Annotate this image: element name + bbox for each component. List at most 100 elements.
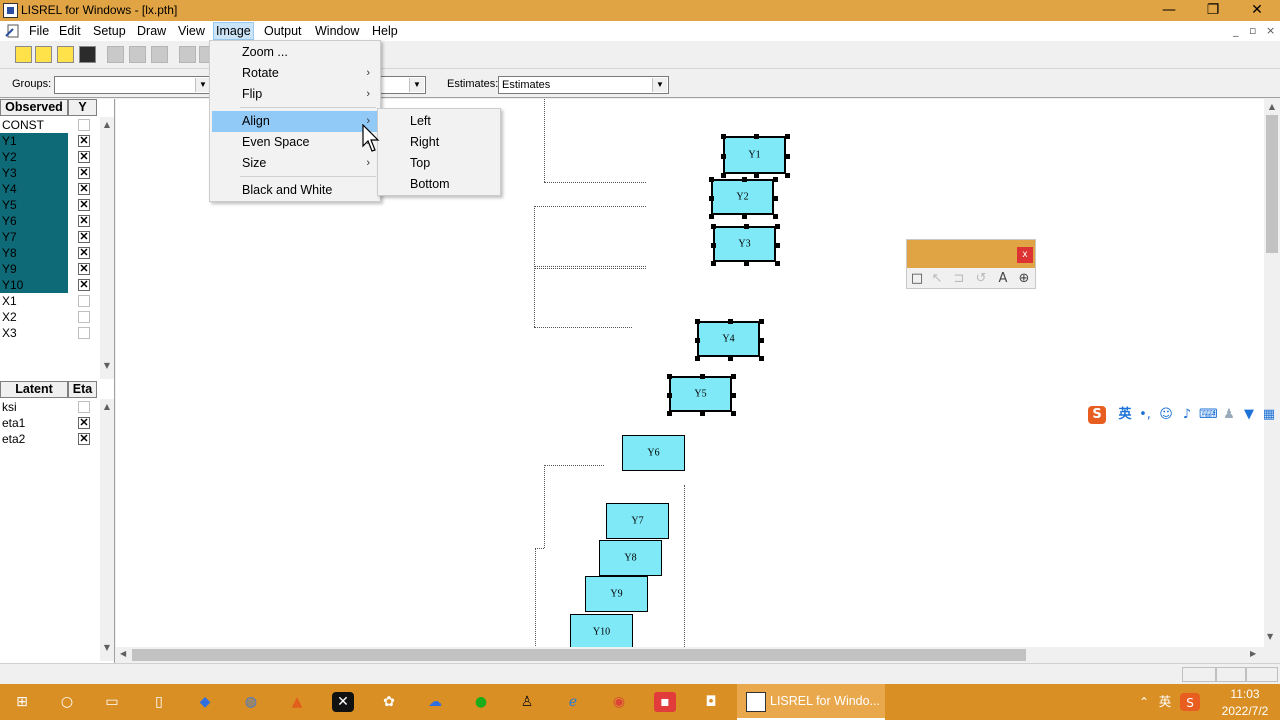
align-left-item[interactable]: Left — [380, 111, 498, 132]
observed-variable-node[interactable]: Y1 — [721, 134, 790, 178]
emoji-icon[interactable]: ☺ — [1157, 406, 1175, 424]
scroll-up-icon[interactable]: ▲ — [100, 120, 114, 129]
grid-menu-icon[interactable]: ▦ — [1260, 406, 1278, 424]
path-line[interactable] — [534, 206, 646, 207]
microphone-icon[interactable]: ♪ — [1178, 406, 1196, 424]
observed-row[interactable]: Y8 ✕ — [0, 245, 97, 261]
selection-handle[interactable] — [785, 134, 790, 139]
selection-handle[interactable] — [699, 411, 705, 416]
chevron-down-icon[interactable]: ▼ — [652, 78, 667, 92]
draw-toolbar-titlebar[interactable] — [907, 240, 1035, 268]
selection-handle[interactable] — [721, 134, 726, 139]
new-file-icon[interactable] — [15, 46, 32, 63]
selection-handle[interactable] — [773, 196, 778, 201]
cut-icon[interactable] — [107, 46, 124, 63]
observed-variable-node[interactable]: Y5 — [667, 374, 736, 416]
align-right-item[interactable]: Right — [380, 132, 498, 153]
menu-setup[interactable]: Setup — [91, 23, 128, 39]
shield-icon[interactable]: ◆ — [194, 692, 216, 712]
selection-handle[interactable] — [759, 319, 764, 324]
scroll-right-icon[interactable]: ▶ — [1250, 649, 1256, 658]
path-line[interactable] — [544, 465, 604, 466]
variable-checkbox[interactable]: ✕ — [78, 167, 90, 179]
observed-row[interactable]: X3 — [0, 325, 97, 341]
observed-row[interactable]: CONST — [0, 117, 97, 133]
qq-icon[interactable]: ♙ — [516, 692, 538, 712]
gear-icon[interactable]: ✿ — [378, 692, 400, 712]
variable-checkbox[interactable] — [78, 311, 90, 323]
selection-handle[interactable] — [775, 224, 780, 229]
observed-row[interactable]: Y1 ✕ — [0, 133, 97, 149]
selection-handle[interactable] — [731, 411, 736, 416]
path-line[interactable] — [534, 268, 646, 269]
selection-handle[interactable] — [699, 374, 705, 379]
edge-ie-icon[interactable]: ℯ — [562, 692, 584, 712]
latent-row[interactable]: ksi — [0, 399, 97, 415]
menu-item-align[interactable]: Align › — [212, 111, 378, 132]
selection-handle[interactable] — [667, 393, 672, 398]
document-menu-icon[interactable] — [5, 24, 21, 38]
mdi-close-button[interactable]: × — [1266, 24, 1275, 37]
arrow-icon[interactable]: ↖ — [929, 271, 945, 287]
variable-checkbox[interactable]: ✕ — [78, 263, 90, 275]
selection-handle[interactable] — [775, 243, 780, 248]
selection-handle[interactable] — [695, 338, 700, 343]
tray-ime-lang[interactable]: 英 — [1154, 692, 1176, 712]
variable-checkbox[interactable] — [78, 295, 90, 307]
open-folder-icon[interactable] — [57, 46, 74, 63]
observed-scrollbar[interactable]: ▲ ▼ — [100, 117, 114, 379]
estimates-combo[interactable]: Estimates ▼ — [498, 76, 669, 94]
selection-handle[interactable] — [773, 214, 778, 219]
tray-sogou-icon[interactable]: S — [1180, 693, 1200, 711]
observed-variable-node[interactable]: Y3 — [711, 224, 780, 266]
ime-punctuation-toggle[interactable]: •, — [1136, 406, 1154, 424]
scroll-up-icon[interactable]: ▲ — [100, 402, 114, 411]
user-icon[interactable]: ♟ — [1220, 406, 1238, 424]
chevron-up-icon[interactable]: ⌃ — [1133, 692, 1155, 712]
observed-row[interactable]: X2 — [0, 309, 97, 325]
text-icon[interactable]: A — [995, 271, 1011, 287]
variable-checkbox[interactable]: ✕ — [78, 215, 90, 227]
variable-checkbox[interactable]: ✕ — [78, 199, 90, 211]
wechat-icon[interactable]: ● — [470, 692, 492, 712]
observed-variable-node[interactable]: Y2 — [709, 177, 778, 219]
variable-checkbox[interactable]: ✕ — [78, 417, 90, 429]
copy-icon[interactable] — [129, 46, 146, 63]
menu-item-black-and-white[interactable]: Black and White — [212, 180, 378, 201]
selection-handle[interactable] — [743, 261, 749, 266]
variable-checkbox[interactable]: ✕ — [78, 433, 90, 445]
variable-checkbox[interactable] — [78, 119, 90, 131]
chevron-down-icon[interactable]: ▼ — [195, 78, 210, 92]
variable-checkbox[interactable]: ✕ — [78, 247, 90, 259]
file-icon[interactable]: ▯ — [148, 692, 170, 712]
observed-variable-node[interactable]: Y10 — [570, 614, 633, 647]
observed-row[interactable]: Y2 ✕ — [0, 149, 97, 165]
observed-row[interactable]: Y4 ✕ — [0, 181, 97, 197]
search-icon[interactable]: ○ — [56, 692, 78, 712]
menu-edit[interactable]: Edit — [57, 23, 83, 39]
variable-checkbox[interactable]: ✕ — [78, 279, 90, 291]
selection-handle[interactable] — [731, 393, 736, 398]
path-line[interactable] — [535, 548, 536, 647]
chevron-down-icon[interactable]: ▼ — [409, 78, 424, 92]
menu-view[interactable]: View — [176, 23, 207, 39]
task-view-icon[interactable]: ▭ — [101, 692, 123, 712]
variable-checkbox[interactable] — [78, 401, 90, 413]
vertical-scroll-thumb[interactable] — [1266, 115, 1278, 253]
selection-handle[interactable] — [711, 261, 716, 266]
selection-handle[interactable] — [741, 214, 747, 219]
selection-handle[interactable] — [759, 338, 764, 343]
selection-handle[interactable] — [785, 154, 790, 159]
variable-checkbox[interactable] — [78, 327, 90, 339]
observed-row[interactable]: Y6 ✕ — [0, 213, 97, 229]
selection-handle[interactable] — [695, 319, 700, 324]
align-top-item[interactable]: Top — [380, 153, 498, 174]
observed-row[interactable]: Y10 ✕ — [0, 277, 97, 293]
variable-checkbox[interactable]: ✕ — [78, 231, 90, 243]
capcut-icon[interactable]: ✕ — [332, 692, 354, 712]
minimize-button[interactable]: — — [1146, 0, 1192, 21]
variable-checkbox[interactable]: ✕ — [78, 183, 90, 195]
variable-checkbox[interactable]: ✕ — [78, 151, 90, 163]
path-tool-icon[interactable] — [179, 46, 196, 63]
scroll-down-icon[interactable]: ▼ — [1267, 632, 1273, 641]
